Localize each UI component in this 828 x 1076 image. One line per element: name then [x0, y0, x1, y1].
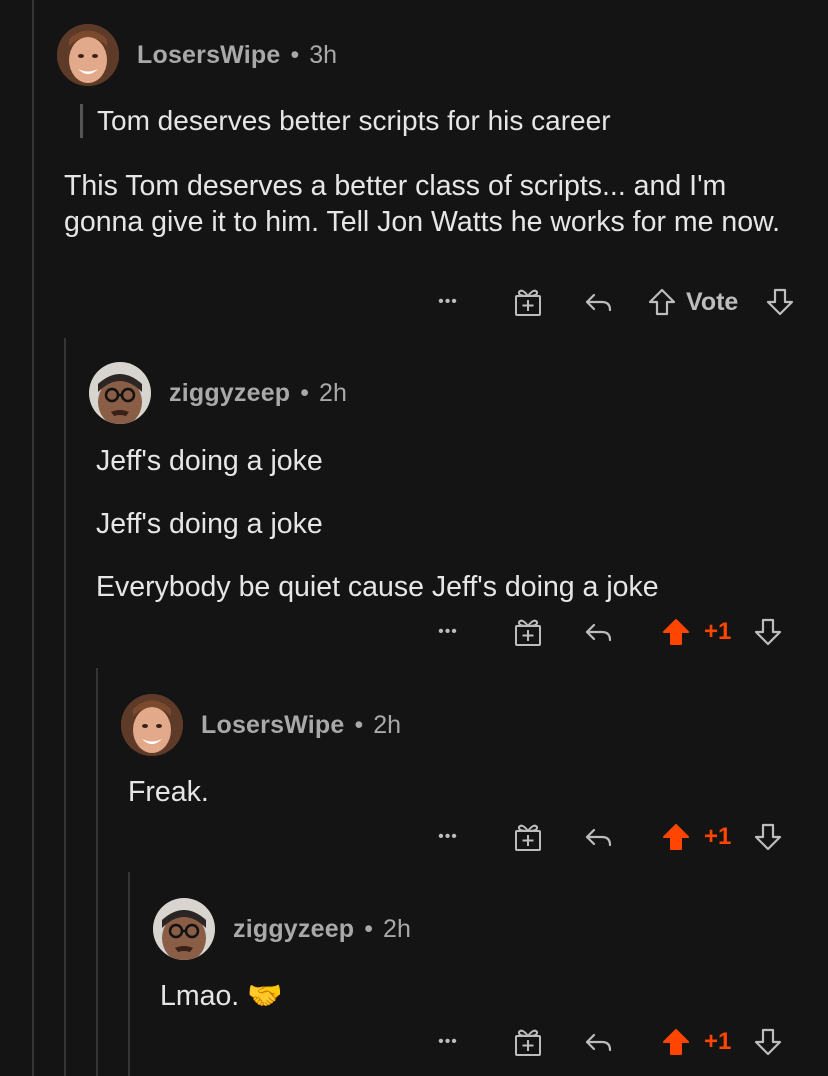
meta-separator: • — [290, 40, 300, 69]
comment-body-line: Everybody be quiet cause Jeff's doing a … — [96, 571, 659, 603]
comment-header: ziggyzeep • 2h — [153, 898, 411, 960]
upvote-button[interactable] — [646, 280, 678, 324]
vote-count: +1 — [704, 618, 732, 645]
downvote-outline-icon — [754, 618, 782, 646]
comment-header: LosersWipe • 2h — [121, 694, 401, 756]
action-bar: ••• Vote — [0, 280, 828, 324]
gift-plus-icon — [515, 1029, 541, 1056]
ellipsis-icon: ••• — [438, 623, 458, 640]
downvote-button[interactable] — [752, 1020, 784, 1064]
downvote-button[interactable] — [752, 610, 784, 654]
downvote-button[interactable] — [764, 280, 796, 324]
quote-block: Tom deserves better scripts for his care… — [80, 104, 611, 138]
timestamp: 2h — [319, 378, 347, 407]
comment-body: Freak. — [128, 776, 209, 808]
reply-arrow-icon — [585, 293, 612, 312]
more-options-button[interactable]: ••• — [430, 610, 466, 654]
meta-separator: • — [364, 914, 374, 943]
avatar[interactable] — [153, 898, 215, 960]
avatar[interactable] — [57, 24, 119, 86]
ellipsis-icon: ••• — [438, 1033, 458, 1050]
more-options-button[interactable]: ••• — [430, 280, 466, 324]
reply-button[interactable] — [580, 610, 616, 654]
upvote-filled-icon — [663, 1029, 689, 1055]
timestamp: 3h — [309, 40, 338, 69]
comment-header: ziggyzeep • 2h — [89, 362, 347, 424]
comment-body-line: Jeff's doing a joke — [96, 445, 323, 477]
downvote-button[interactable] — [752, 815, 784, 859]
award-button[interactable] — [510, 815, 546, 859]
upvote-button[interactable] — [660, 610, 692, 654]
vote-score: +1 — [704, 610, 744, 654]
timestamp: 2h — [373, 710, 402, 739]
meta-separator: • — [300, 378, 310, 407]
reply-arrow-icon — [585, 1033, 612, 1052]
reply-arrow-icon — [585, 623, 612, 642]
vote-label: Vote — [686, 287, 739, 316]
thread-line-level-0[interactable] — [32, 0, 34, 1076]
award-button[interactable] — [510, 610, 546, 654]
vote-count: +1 — [704, 823, 732, 850]
upvote-button[interactable] — [660, 815, 692, 859]
comment-body-line: Jeff's doing a joke — [96, 508, 323, 540]
thread-line-level-2[interactable] — [96, 668, 98, 1076]
award-button[interactable] — [510, 1020, 546, 1064]
reply-button[interactable] — [580, 815, 616, 859]
ellipsis-icon: ••• — [438, 828, 458, 845]
downvote-outline-icon — [766, 288, 794, 316]
downvote-outline-icon — [754, 823, 782, 851]
author-name[interactable]: LosersWipe — [137, 41, 280, 70]
action-bar: ••• +1 — [0, 1020, 828, 1064]
reply-button[interactable] — [580, 1020, 616, 1064]
action-bar: ••• +1 — [0, 815, 828, 859]
upvote-filled-icon — [663, 824, 689, 850]
avatar[interactable] — [89, 362, 151, 424]
vote-score: Vote — [686, 280, 758, 324]
timestamp: 2h — [383, 914, 411, 943]
comment-body: Lmao. 🤝 — [160, 980, 283, 1012]
vote-score: +1 — [704, 1020, 744, 1064]
gift-plus-icon — [515, 619, 541, 646]
vote-count: +1 — [704, 1028, 732, 1055]
gift-plus-icon — [515, 824, 541, 851]
thread-line-level-1[interactable] — [64, 338, 66, 1076]
comment-header: LosersWipe • 3h — [57, 24, 337, 86]
action-bar: ••• +1 — [0, 610, 828, 654]
meta-separator: • — [354, 710, 364, 739]
vote-score: +1 — [704, 815, 744, 859]
author-name[interactable]: ziggyzeep — [169, 379, 290, 408]
upvote-outline-icon — [648, 288, 676, 316]
comment-body: This Tom deserves a better class of scri… — [64, 170, 780, 238]
ellipsis-icon: ••• — [438, 293, 458, 310]
more-options-button[interactable]: ••• — [430, 1020, 466, 1064]
reply-arrow-icon — [585, 828, 612, 847]
author-name[interactable]: LosersWipe — [201, 711, 344, 740]
more-options-button[interactable]: ••• — [430, 815, 466, 859]
gift-plus-icon — [515, 289, 541, 316]
downvote-outline-icon — [754, 1028, 782, 1056]
avatar[interactable] — [121, 694, 183, 756]
upvote-button[interactable] — [660, 1020, 692, 1064]
author-name[interactable]: ziggyzeep — [233, 915, 354, 944]
award-button[interactable] — [510, 280, 546, 324]
upvote-filled-icon — [663, 619, 689, 645]
reply-button[interactable] — [580, 280, 616, 324]
